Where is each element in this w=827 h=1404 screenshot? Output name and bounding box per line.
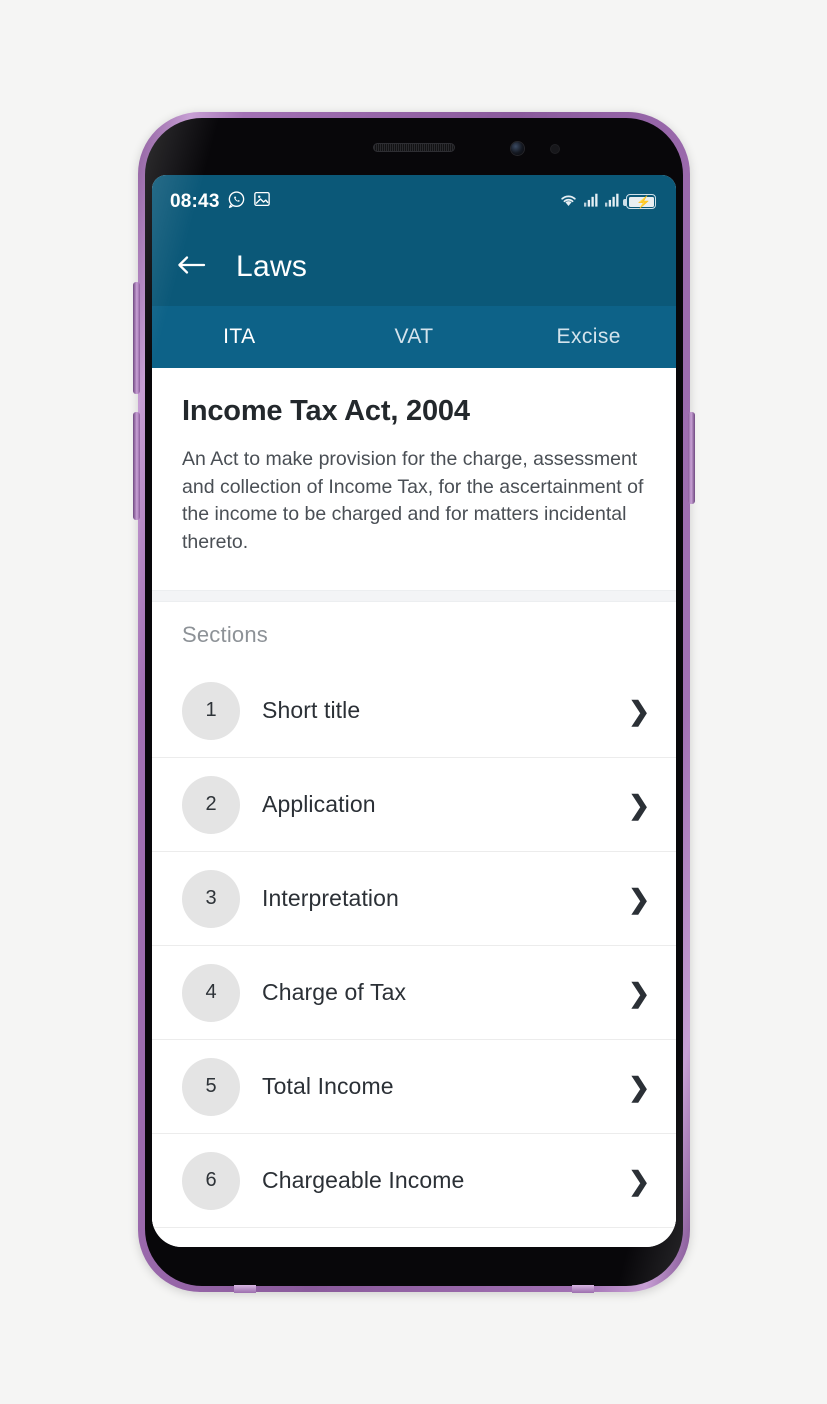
section-number-badge: 3 <box>182 869 240 928</box>
section-number-badge: 5 <box>182 1057 240 1116</box>
section-divider <box>152 590 676 602</box>
document-header: Income Tax Act, 2004 An Act to make prov… <box>152 368 676 590</box>
battery-charging-icon: ⚡ <box>623 194 656 209</box>
front-camera <box>511 142 524 155</box>
signal-icon-sim1 <box>584 192 600 212</box>
phone-device: 08:43 ⚡ Laws ITA VAT Excise Income Tax A… <box>133 112 695 1293</box>
power-button[interactable] <box>688 412 695 504</box>
section-label: Total Income <box>262 1073 394 1099</box>
section-label: Chargeable Income <box>262 1167 465 1193</box>
list-item[interactable]: 2 Application ❯ <box>152 758 676 852</box>
phone-screen: 08:43 ⚡ Laws ITA VAT Excise Income Tax A… <box>152 175 676 1247</box>
section-label: Short title <box>262 697 361 723</box>
list-item[interactable]: 3 Interpretation ❯ <box>152 852 676 946</box>
section-label: Application <box>262 791 376 817</box>
signal-icon-sim2 <box>605 192 621 212</box>
image-icon <box>253 190 271 213</box>
chevron-right-icon: ❯ <box>628 883 650 914</box>
sections-list: 1 Short title ❯ 2 Application ❯ 3 Interp… <box>152 664 676 1228</box>
volume-button[interactable] <box>133 412 140 520</box>
chevron-right-icon: ❯ <box>628 977 650 1008</box>
bixby-button[interactable] <box>133 282 140 394</box>
screenshot-stage: 08:43 ⚡ Laws ITA VAT Excise Income Tax A… <box>0 0 827 1404</box>
content-area: Income Tax Act, 2004 An Act to make prov… <box>152 368 676 1247</box>
whatsapp-icon <box>227 190 246 214</box>
page-title: Laws <box>236 250 308 283</box>
section-number-badge: 6 <box>182 1151 240 1210</box>
document-title: Income Tax Act, 2004 <box>182 395 470 427</box>
status-time: 08:43 <box>170 190 220 212</box>
antenna-band-left <box>234 1285 256 1293</box>
tab-bar: ITA VAT Excise <box>152 306 676 368</box>
chevron-right-icon: ❯ <box>628 1165 650 1196</box>
chevron-right-icon: ❯ <box>628 1071 650 1102</box>
status-bar-left: 08:43 <box>170 190 271 214</box>
list-item[interactable]: 1 Short title ❯ <box>152 664 676 758</box>
antenna-band-right <box>572 1285 594 1293</box>
section-number-badge: 1 <box>182 681 240 740</box>
proximity-sensor <box>551 145 559 153</box>
section-label: Charge of Tax <box>262 979 407 1005</box>
document-description: An Act to make provision for the charge,… <box>182 448 644 553</box>
chevron-right-icon: ❯ <box>628 789 650 820</box>
section-number-badge: 4 <box>182 963 240 1022</box>
chevron-right-icon: ❯ <box>628 695 650 726</box>
list-item[interactable]: 5 Total Income ❯ <box>152 1040 676 1134</box>
list-item[interactable]: 6 Chargeable Income ❯ <box>152 1134 676 1228</box>
earpiece-speaker <box>373 143 455 152</box>
section-label: Interpretation <box>262 885 399 911</box>
tab-ita[interactable]: ITA <box>152 325 327 349</box>
section-number-badge: 2 <box>182 775 240 834</box>
back-arrow-icon[interactable] <box>176 253 206 282</box>
sections-heading: Sections <box>152 602 676 664</box>
status-bar-right: ⚡ <box>558 191 656 213</box>
tab-excise[interactable]: Excise <box>501 325 676 349</box>
status-bar: 08:43 ⚡ <box>152 175 676 228</box>
wifi-icon <box>558 191 579 213</box>
list-item[interactable]: 4 Charge of Tax ❯ <box>152 946 676 1040</box>
tab-vat[interactable]: VAT <box>327 325 502 349</box>
app-bar: Laws <box>152 228 676 306</box>
